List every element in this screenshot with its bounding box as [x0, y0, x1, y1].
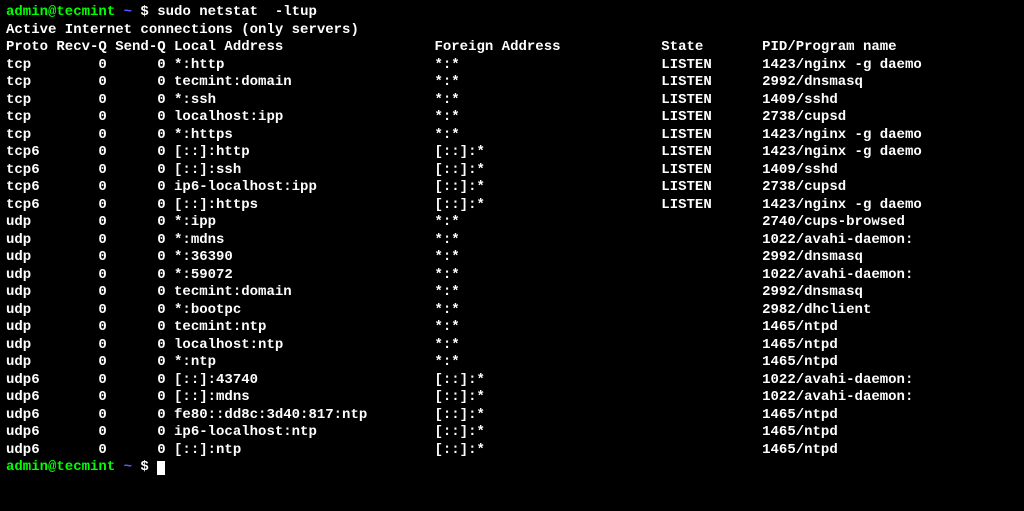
- output-row: udp 0 0 *:mdns *:* 1022/avahi-daemon:: [6, 232, 1018, 250]
- output-row: udp6 0 0 fe80::dd8c:3d40:817:ntp [::]:* …: [6, 407, 1018, 425]
- output-row: tcp6 0 0 [::]:http [::]:* LISTEN 1423/ng…: [6, 144, 1018, 162]
- prompt-line-1: admin@tecmint ~ $ sudo netstat -ltup: [6, 4, 1018, 22]
- output-row: tcp6 0 0 ip6-localhost:ipp [::]:* LISTEN…: [6, 179, 1018, 197]
- prompt-dollar: $: [132, 459, 157, 475]
- prompt-dollar: $: [132, 4, 157, 20]
- output-row: udp 0 0 *:ipp *:* 2740/cups-browsed: [6, 214, 1018, 232]
- output-row: udp 0 0 *:bootpc *:* 2982/dhclient: [6, 302, 1018, 320]
- prompt-user: admin@tecmint: [6, 459, 115, 475]
- output-header-2: Proto Recv-Q Send-Q Local Address Foreig…: [6, 39, 1018, 57]
- output-row: tcp 0 0 localhost:ipp *:* LISTEN 2738/cu…: [6, 109, 1018, 127]
- prompt-tilde: ~: [124, 459, 132, 475]
- output-row: udp6 0 0 [::]:mdns [::]:* 1022/avahi-dae…: [6, 389, 1018, 407]
- output-row: tcp6 0 0 [::]:https [::]:* LISTEN 1423/n…: [6, 197, 1018, 215]
- output-row: tcp 0 0 *:ssh *:* LISTEN 1409/sshd: [6, 92, 1018, 110]
- output-row: udp 0 0 tecmint:domain *:* 2992/dnsmasq: [6, 284, 1018, 302]
- output-row: udp6 0 0 [::]:43740 [::]:* 1022/avahi-da…: [6, 372, 1018, 390]
- output-row: udp 0 0 tecmint:ntp *:* 1465/ntpd: [6, 319, 1018, 337]
- prompt-line-2[interactable]: admin@tecmint ~ $: [6, 459, 1018, 477]
- output-row: udp 0 0 *:ntp *:* 1465/ntpd: [6, 354, 1018, 372]
- output-row: udp 0 0 *:36390 *:* 2992/dnsmasq: [6, 249, 1018, 267]
- output-row: tcp 0 0 *:http *:* LISTEN 1423/nginx -g …: [6, 57, 1018, 75]
- output-row: tcp 0 0 *:https *:* LISTEN 1423/nginx -g…: [6, 127, 1018, 145]
- output-rows: tcp 0 0 *:http *:* LISTEN 1423/nginx -g …: [6, 57, 1018, 460]
- output-row: tcp6 0 0 [::]:ssh [::]:* LISTEN 1409/ssh…: [6, 162, 1018, 180]
- output-row: udp6 0 0 ip6-localhost:ntp [::]:* 1465/n…: [6, 424, 1018, 442]
- cursor[interactable]: [157, 461, 165, 475]
- output-row: tcp 0 0 tecmint:domain *:* LISTEN 2992/d…: [6, 74, 1018, 92]
- prompt-tilde: ~: [124, 4, 132, 20]
- command-text: sudo netstat -ltup: [157, 4, 317, 20]
- prompt-user: admin@tecmint: [6, 4, 115, 20]
- output-row: udp 0 0 localhost:ntp *:* 1465/ntpd: [6, 337, 1018, 355]
- output-row: udp 0 0 *:59072 *:* 1022/avahi-daemon:: [6, 267, 1018, 285]
- output-row: udp6 0 0 [::]:ntp [::]:* 1465/ntpd: [6, 442, 1018, 460]
- output-header-1: Active Internet connections (only server…: [6, 22, 1018, 40]
